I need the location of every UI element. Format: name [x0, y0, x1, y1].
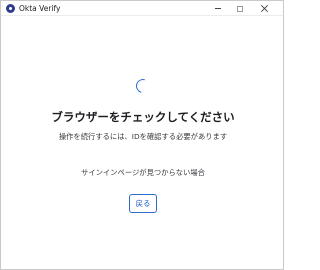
- app-window: Okta Verify ブラウザーをチェックしてください 操作を続行するには、I…: [0, 0, 284, 270]
- title-bar[interactable]: Okta Verify: [1, 1, 283, 16]
- page-title: ブラウザーをチェックしてください: [51, 110, 235, 124]
- minimize-icon: [215, 8, 221, 9]
- minimize-button[interactable]: [207, 1, 229, 16]
- back-button[interactable]: 戻る: [129, 194, 157, 213]
- close-button[interactable]: [253, 1, 275, 16]
- close-icon: [261, 5, 268, 12]
- okta-logo-icon: [6, 4, 15, 13]
- spinner-icon: [133, 76, 153, 96]
- maximize-icon: [237, 5, 243, 12]
- instruction-text: 操作を続行するには、IDを確認する必要があります: [58, 132, 228, 141]
- sign-in-page-not-found-link[interactable]: サインインページが見つからない場合: [1, 167, 285, 178]
- window-title: Okta Verify: [19, 4, 61, 13]
- maximize-button: [229, 1, 251, 16]
